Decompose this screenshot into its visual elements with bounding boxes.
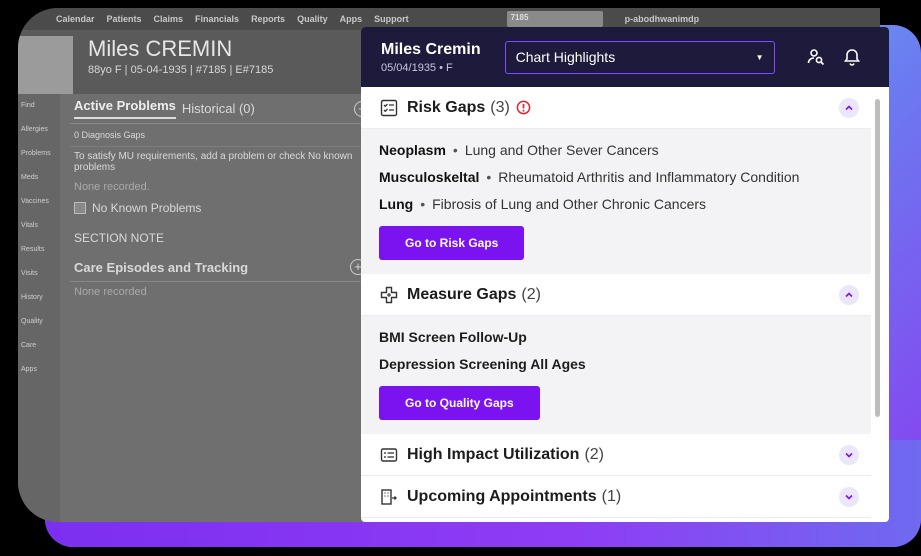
risk-gap-label: Lung — [379, 196, 414, 212]
ehr-side-item-meds[interactable]: Meds — [18, 166, 60, 190]
upcoming-appointments-header[interactable]: Upcoming Appointments (1) — [361, 476, 871, 518]
ehr-problems-pane: Active Problems Historical (0) + 0 Diagn… — [70, 94, 370, 522]
building-arrow-icon — [379, 487, 399, 507]
tab-active-problems[interactable]: Active Problems — [74, 98, 176, 119]
ehr-nav-claims[interactable]: Claims — [154, 14, 184, 24]
mu-requirement-text: To satisfy MU requirements, add a proble… — [74, 151, 353, 173]
measure-gaps-body: BMI Screen Follow-Up Depression Screenin… — [361, 316, 871, 434]
patient-name: Miles Cremin — [381, 40, 481, 58]
chevron-up-icon[interactable] — [839, 284, 859, 305]
ehr-side-item-problems[interactable]: Problems — [18, 142, 60, 166]
ehr-nav-apps[interactable]: Apps — [340, 14, 363, 24]
view-select-value: Chart Highlights — [515, 49, 616, 65]
go-to-quality-gaps-button[interactable]: Go to Quality Gaps — [379, 386, 540, 420]
risk-gaps-header[interactable]: Risk Gaps (3) — [361, 87, 871, 129]
ehr-nav-calendar[interactable]: Calendar — [56, 14, 95, 24]
alert-circle-icon — [516, 100, 531, 115]
chevron-down-icon[interactable] — [839, 444, 859, 465]
upcoming-appointments-title: Upcoming Appointments — [407, 487, 597, 505]
risk-gap-desc: Lung and Other Sever Cancers — [464, 142, 659, 158]
risk-gap-desc: Fibrosis of Lung and Other Chronic Cance… — [432, 196, 707, 212]
ehr-nav-support[interactable]: Support — [374, 14, 409, 24]
caret-down-icon: ▼ — [755, 52, 764, 62]
view-select-dropdown[interactable]: Chart Highlights ▼ — [504, 40, 775, 74]
list-item: Depression Screening All Ages — [379, 356, 586, 372]
ehr-side-item-results[interactable]: Results — [18, 238, 60, 262]
patient-identity: Miles Cremin 05/04/1935 • F — [381, 41, 481, 74]
care-episodes-header: Care Episodes and Tracking + — [70, 249, 370, 282]
ehr-nav-financials[interactable]: Financials — [195, 14, 239, 24]
go-to-risk-gaps-button[interactable]: Go to Risk Gaps — [379, 226, 525, 260]
measure-gaps-header[interactable]: Measure Gaps (2) — [361, 274, 871, 316]
care-episodes-title: Care Episodes and Tracking — [74, 259, 249, 275]
ehr-side-item-visits[interactable]: Visits — [18, 262, 60, 286]
list-item: Neoplasm • Lung and Other Sever Cancers — [379, 142, 659, 158]
none-recorded-text: None recorded. — [74, 181, 150, 193]
ehr-nav-quality[interactable]: Quality — [297, 14, 328, 24]
risk-gaps-title: Risk Gaps — [407, 98, 486, 116]
list-item: Musculoskeltal • Rheumatoid Arthritis and … — [379, 169, 800, 185]
ehr-nav-patients[interactable]: Patients — [107, 14, 142, 24]
avatar — [18, 36, 73, 94]
ehr-side-item-vaccines[interactable]: Vaccines — [18, 190, 60, 214]
ehr-nav-reports[interactable]: Reports — [251, 14, 285, 24]
upcoming-appointments-count: (1) — [601, 487, 622, 505]
list-item: BMI Screen Follow-Up — [379, 329, 527, 345]
ehr-side-item-history[interactable]: History — [18, 286, 60, 310]
risk-gap-label: Musculoskeltal — [379, 169, 480, 185]
checkbox-box[interactable] — [74, 202, 86, 214]
ehr-search-input[interactable]: 7185 — [506, 11, 603, 27]
chevron-up-icon[interactable] — [839, 97, 859, 118]
no-known-problems-label: No Known Problems — [92, 201, 202, 215]
care-none-recorded: None recorded — [74, 286, 147, 298]
ehr-user-name[interactable]: p-abodhwanimdp — [625, 14, 700, 24]
medical-cross-icon — [379, 285, 399, 305]
list-item: Lung • Fibrosis of Lung and Other Chronic … — [379, 196, 707, 212]
ehr-side-item-quality[interactable]: Quality — [18, 310, 60, 334]
ehr-side-item-apps[interactable]: Apps — [18, 358, 60, 382]
scrollbar-thumb[interactable] — [875, 99, 880, 417]
user-search-icon[interactable] — [805, 46, 827, 68]
high-impact-utilization-title: High Impact Utilization — [407, 445, 580, 463]
risk-gaps-body: Neoplasm • Lung and Other Sever Cancers Mu… — [361, 129, 871, 274]
ehr-patient-sub: 88yo F | 05-04-1935 | #7185 | E#7185 — [88, 64, 274, 76]
measure-gaps-title: Measure Gaps — [407, 285, 517, 303]
measure-gaps-count: (2) — [521, 285, 541, 303]
list-card-icon — [379, 445, 399, 465]
ehr-patient-name: Miles CREMIN — [88, 36, 233, 61]
ehr-side-item-allergies[interactable]: Allergies — [18, 118, 60, 142]
risk-gaps-count: (3) — [490, 98, 510, 116]
ehr-side-item-find[interactable]: Find — [18, 94, 60, 118]
panel-scrollbar[interactable] — [873, 93, 881, 518]
risk-gap-label: Neoplasm — [379, 142, 446, 158]
high-impact-utilization-header[interactable]: High Impact Utilization (2) — [361, 434, 871, 476]
ehr-side-item-vitals[interactable]: Vitals — [18, 214, 60, 238]
chart-highlights-panel: Miles Cremin 05/04/1935 • F Chart Highli… — [361, 27, 889, 522]
panel-header: Miles Cremin 05/04/1935 • F Chart Highli… — [361, 27, 889, 87]
patient-meta: 05/04/1935 • F — [381, 61, 453, 74]
ehr-side-nav: Find Allergies Problems Meds Vaccines Vi… — [18, 94, 60, 522]
no-known-problems-checkbox[interactable]: No Known Problems — [70, 197, 370, 219]
high-impact-utilization-count: (2) — [584, 445, 605, 463]
section-note-link[interactable]: SECTION NOTE — [70, 219, 370, 249]
chevron-down-icon[interactable] — [839, 486, 859, 507]
tab-historical[interactable]: Historical (0) — [182, 101, 255, 116]
panel-body: Risk Gaps (3) Neoplasm • Lung and Other Se… — [361, 87, 871, 522]
risk-gap-desc: Rheumatoid Arthritis and Inflammatory Co… — [498, 169, 800, 185]
ehr-side-item-care[interactable]: Care — [18, 334, 60, 358]
diagnosis-gaps-label: 0 Diagnosis Gaps — [70, 124, 370, 147]
bell-icon[interactable] — [841, 46, 863, 68]
checklist-icon — [379, 98, 399, 118]
ehr-problem-tabs: Active Problems Historical (0) + — [70, 94, 370, 124]
